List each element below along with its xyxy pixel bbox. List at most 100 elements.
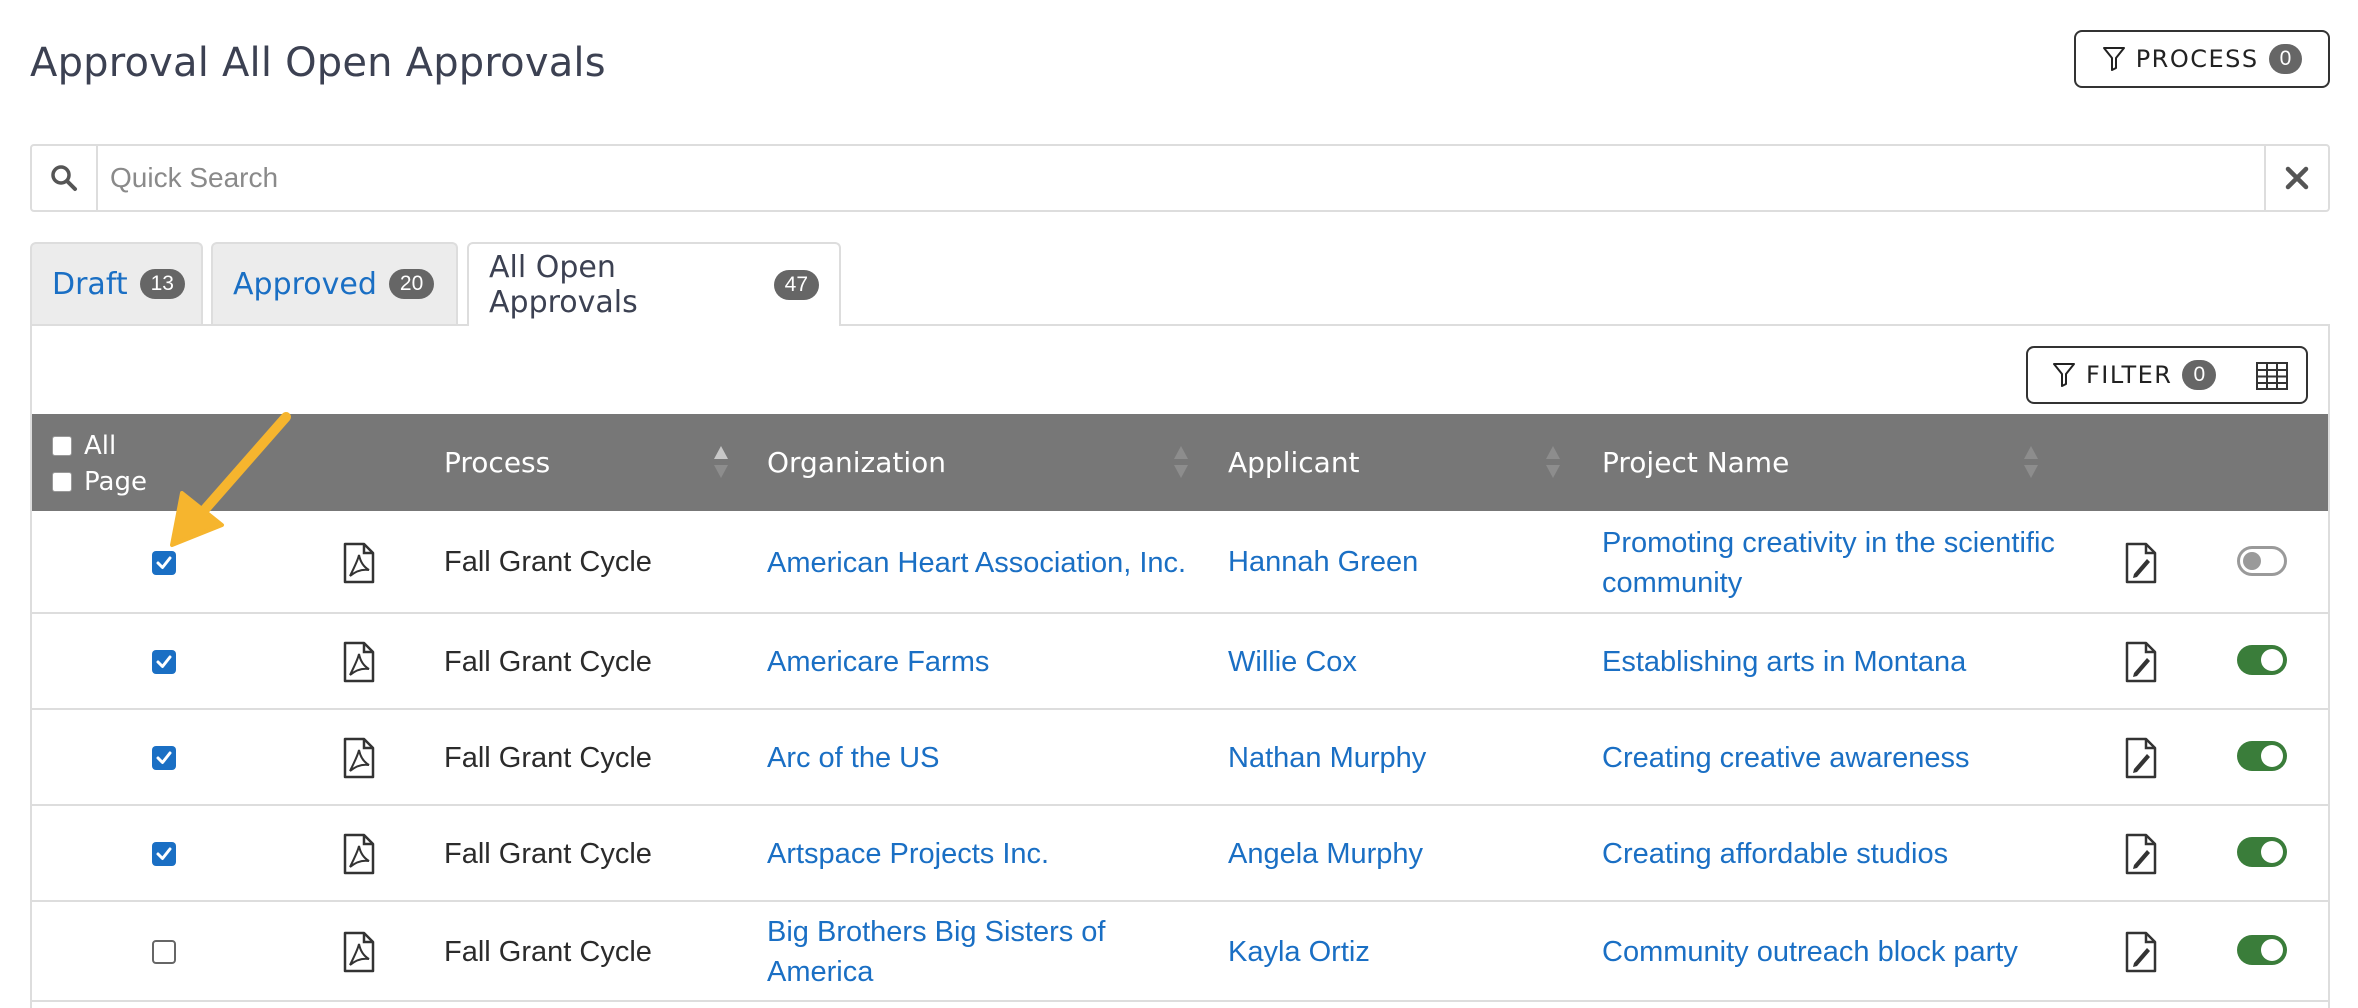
status-toggle-cell[interactable] <box>2237 710 2297 806</box>
status-toggle[interactable] <box>2237 545 2287 576</box>
edit-document-icon[interactable] <box>2124 710 2174 806</box>
edit-document-icon[interactable] <box>2124 902 2174 1002</box>
organization-link[interactable]: Arc of the US <box>767 710 1207 806</box>
pdf-icon[interactable] <box>342 806 392 902</box>
organization-link[interactable]: American Heart Association, Inc. <box>767 511 1207 614</box>
column-header-applicant[interactable]: Applicant <box>1228 414 1360 511</box>
tab-all-open-approvals[interactable]: All Open Approvals 47 <box>467 242 841 326</box>
tab-approved[interactable]: Approved 20 <box>211 242 458 324</box>
applicant-link[interactable]: Nathan Murphy <box>1228 710 1588 806</box>
process-cell: Fall Grant Cycle <box>444 645 652 678</box>
process-cell: Fall Grant Cycle <box>444 837 652 870</box>
select-all-label: All <box>84 431 117 461</box>
select-all-checkbox[interactable] <box>52 436 72 456</box>
status-toggle[interactable] <box>2237 741 2287 771</box>
project-name-link[interactable]: Establishing arts in Montana <box>1602 614 2122 710</box>
tab-count-badge: 47 <box>773 270 819 300</box>
project-name-link[interactable]: Community outreach block party <box>1602 902 2122 1002</box>
table-row: Fall Grant Cycle Americare Farms Willie Co… <box>32 614 2328 710</box>
edit-document-icon[interactable] <box>2124 806 2174 902</box>
row-checkbox-cell[interactable] <box>152 710 202 806</box>
status-toggle[interactable] <box>2237 837 2287 867</box>
pdf-icon[interactable] <box>342 902 392 1002</box>
table-header: All Page Process Organization Applicant … <box>32 414 2328 511</box>
toggle-knob <box>2261 841 2283 863</box>
status-toggle[interactable] <box>2237 935 2287 965</box>
funnel-icon <box>2102 47 2125 71</box>
table-row: Fall Grant Cycle American Heart Associati… <box>32 511 2328 614</box>
select-page[interactable]: Page <box>52 467 147 497</box>
row-checkbox[interactable] <box>152 842 176 866</box>
tab-count-badge: 20 <box>388 269 435 299</box>
annotation-arrow <box>170 412 291 547</box>
sort-icon[interactable] <box>1172 444 1190 480</box>
search-icon[interactable] <box>32 146 98 210</box>
column-header-organization[interactable]: Organization <box>767 414 946 511</box>
column-header-label: Organization <box>767 446 947 479</box>
filter-button[interactable]: FILTER 0 <box>2026 346 2308 404</box>
filter-button-label: FILTER <box>2086 361 2173 389</box>
process-count-badge: 0 <box>2268 44 2303 74</box>
column-header-process[interactable]: Process <box>444 414 550 511</box>
column-header-label: Applicant <box>1228 446 1360 479</box>
column-header-project-name[interactable]: Project Name <box>1602 414 1789 511</box>
column-header-label: Process <box>444 446 551 479</box>
sort-icon[interactable] <box>2022 444 2040 480</box>
process-button-label: PROCESS <box>2135 45 2259 73</box>
applicant-link[interactable]: Hannah Green <box>1228 511 1588 614</box>
organization-link[interactable]: Artspace Projects Inc. <box>767 806 1207 902</box>
applicant-link[interactable]: Angela Murphy <box>1228 806 1588 902</box>
status-toggle-cell[interactable] <box>2237 614 2297 710</box>
row-checkbox[interactable] <box>152 940 176 964</box>
row-checkbox[interactable] <box>152 650 176 674</box>
search-input[interactable] <box>98 146 2264 210</box>
filter-count-badge: 0 <box>2182 360 2217 390</box>
funnel-icon <box>2053 363 2075 387</box>
tab-label: Draft <box>52 266 128 302</box>
page-title: Approval All Open Approvals <box>30 40 606 86</box>
toggle-knob <box>2261 745 2283 767</box>
row-checkbox-cell[interactable] <box>152 614 202 710</box>
toggle-knob <box>2261 649 2283 671</box>
status-toggle-cell[interactable] <box>2237 511 2297 614</box>
status-toggle-cell[interactable] <box>2237 806 2297 902</box>
pdf-icon[interactable] <box>342 614 392 710</box>
tab-count-badge: 13 <box>139 269 185 299</box>
process-cell: Fall Grant Cycle <box>444 741 652 774</box>
row-checkbox[interactable] <box>152 746 176 770</box>
row-checkbox-cell[interactable] <box>152 902 202 1002</box>
status-toggle[interactable] <box>2237 645 2287 675</box>
process-cell: Fall Grant Cycle <box>444 546 652 578</box>
tab-draft[interactable]: Draft 13 <box>30 242 203 324</box>
tab-label: Approved <box>233 266 377 302</box>
column-header-label: Project Name <box>1602 446 1790 479</box>
pdf-icon[interactable] <box>342 710 392 806</box>
organization-link[interactable]: Americare Farms <box>767 614 1207 710</box>
process-button[interactable]: PROCESS 0 <box>2074 30 2330 88</box>
select-all[interactable]: All <box>52 431 116 461</box>
close-icon[interactable] <box>2264 146 2328 210</box>
table-row: Fall Grant Cycle Arc of the US Nathan Murp… <box>32 710 2328 806</box>
row-checkbox-cell[interactable] <box>152 806 202 902</box>
sort-icon[interactable] <box>1544 444 1562 480</box>
edit-document-icon[interactable] <box>2124 511 2174 614</box>
tab-label: All Open Approvals <box>489 250 638 320</box>
table-row: Fall Grant Cycle Artspace Projects Inc. An… <box>32 806 2328 902</box>
edit-document-icon[interactable] <box>2124 614 2174 710</box>
select-page-label: Page <box>84 467 147 497</box>
project-name-link[interactable]: Creating creative awareness <box>1602 710 2122 806</box>
pdf-icon[interactable] <box>342 511 392 614</box>
process-cell: Fall Grant Cycle <box>444 935 652 968</box>
search-bar <box>30 144 2330 212</box>
project-name-link[interactable]: Promoting creativity in the scientific co… <box>1602 511 2122 614</box>
sort-icon[interactable] <box>712 444 730 480</box>
applicant-link[interactable]: Willie Cox <box>1228 614 1588 710</box>
table-columns-icon[interactable] <box>2256 362 2288 390</box>
project-name-link[interactable]: Creating affordable studios <box>1602 806 2122 902</box>
applicant-link[interactable]: Kayla Ortiz <box>1228 902 1588 1002</box>
toggle-knob <box>2261 939 2283 961</box>
toggle-knob <box>2243 551 2261 570</box>
organization-link[interactable]: Big Brothers Big Sisters of America <box>767 902 1207 1002</box>
status-toggle-cell[interactable] <box>2237 902 2297 1002</box>
select-page-checkbox[interactable] <box>52 472 72 492</box>
